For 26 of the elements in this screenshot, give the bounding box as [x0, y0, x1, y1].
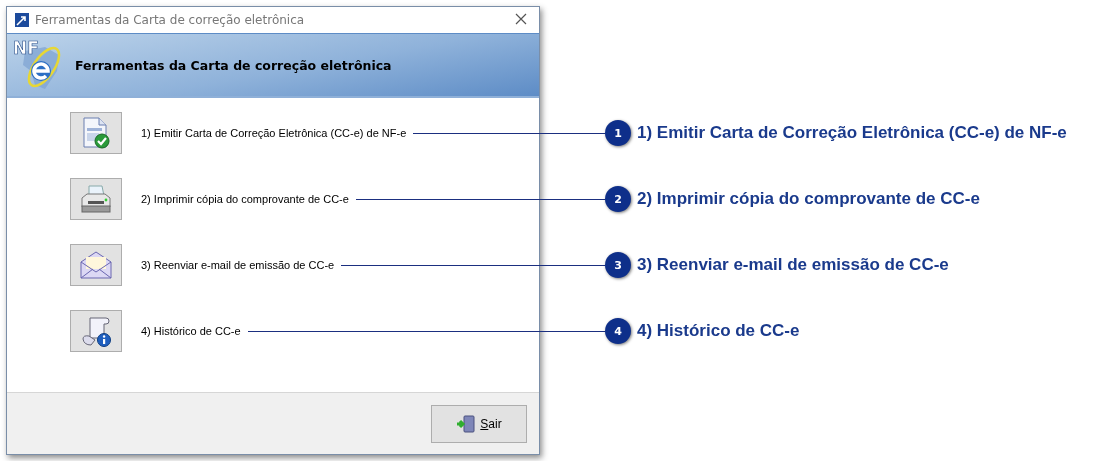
exit-door-icon [456, 414, 477, 433]
action-label: 4) Histórico de CC-e [141, 325, 241, 337]
window-title: Ferramentas da Carta de correção eletrônica [35, 13, 305, 27]
callout-text: 1) Emitir Carta de Correção Eletrônica (CC-e) de NF-e [637, 123, 1067, 143]
action-button[interactable] [70, 178, 122, 220]
number-badge: 3 [605, 252, 631, 278]
callout-text: 3) Reenviar e-mail de emissão de CC-e [637, 255, 949, 275]
document-check-icon [81, 117, 111, 149]
scroll-info-icon [80, 315, 112, 347]
number-badge: 1 [605, 120, 631, 146]
callout-text: 2) Imprimir cópia do comprovante de CC-e [637, 189, 980, 209]
app-icon [15, 13, 29, 27]
envelope-icon [79, 250, 113, 280]
action-label: 1) Emitir Carta de Correção Eletrônica (CC-e) de NF-e [141, 127, 407, 139]
banner-title: Ferramentas da Carta de correção eletrônica [75, 57, 392, 73]
action-button[interactable] [70, 310, 122, 352]
number-badge: 2 [605, 186, 631, 212]
action-button[interactable] [70, 112, 122, 154]
printer-icon [80, 184, 112, 214]
callout-text: 4) Histórico de CC-e [637, 321, 800, 341]
nfe-logo: NF [11, 37, 69, 93]
exit-button[interactable]: Sair [431, 404, 527, 443]
action-label: 2) Imprimir cópia do comprovante de CC-e [141, 193, 349, 205]
action-button[interactable] [70, 244, 122, 286]
action-label: 3) Reenviar e-mail de emissão de CC-e [141, 259, 335, 271]
number-badge: 4 [605, 318, 631, 344]
